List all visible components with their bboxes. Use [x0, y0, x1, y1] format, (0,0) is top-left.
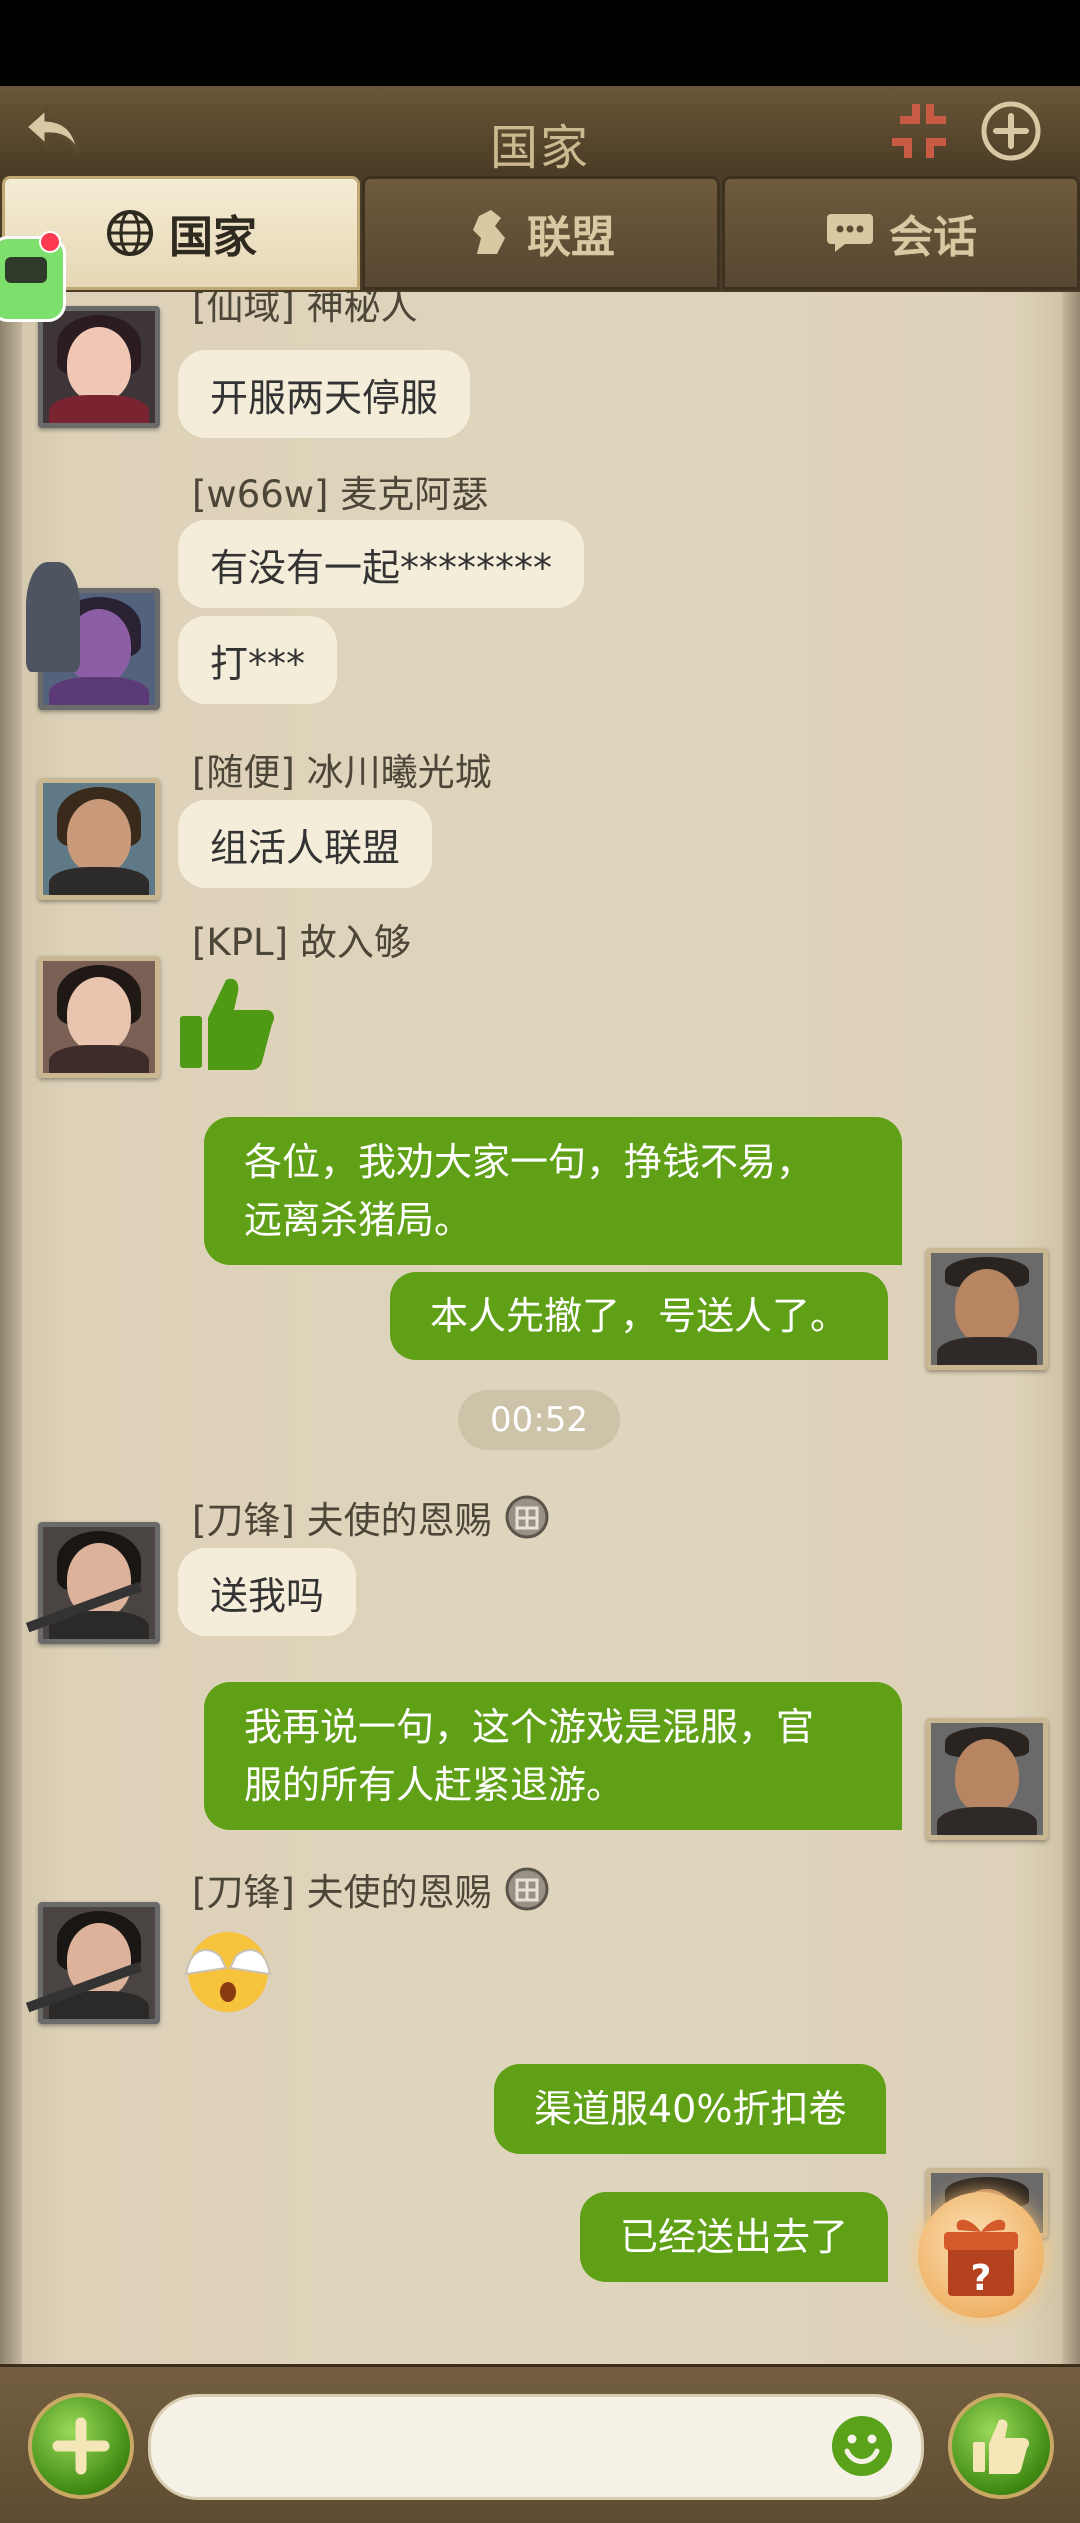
message-text: 我再说一句，这个游戏是混服，官	[244, 1705, 815, 1749]
message-bubble-self[interactable]: 本人先撤了，号送人了。	[390, 1272, 889, 1360]
collapse-arrows-icon	[892, 104, 946, 158]
avatar[interactable]	[38, 1902, 160, 2024]
tab-conversation-label: 会话	[889, 212, 977, 263]
plus-icon	[52, 2417, 110, 2475]
status-bar	[0, 0, 1080, 86]
message-bubble[interactable]: 组活人联盟	[178, 800, 433, 888]
thumbs-up-icon	[973, 2419, 1030, 2474]
tab-country-label: 国家	[169, 212, 257, 263]
gift-box-icon: ?	[944, 2219, 1018, 2299]
message-bubble-self[interactable]: 已经送出去了	[580, 2192, 889, 2282]
parchment-edge	[0, 292, 22, 2364]
self-avatar[interactable]	[926, 1718, 1048, 1840]
more-options-button[interactable]	[28, 2393, 134, 2499]
tab-alliance-label: 联盟	[527, 212, 615, 263]
message-text: 各位，我劝大家一句，挣钱不易，	[244, 1140, 815, 1184]
sender-name: [KPL] 故入够	[192, 921, 411, 964]
sender-name: [刀锋] 夫使的恩赐	[192, 1862, 550, 1916]
timestamp-pill: 00:52	[458, 1390, 620, 1450]
message-input[interactable]	[181, 2417, 805, 2479]
avatar[interactable]	[38, 778, 160, 900]
input-bar	[0, 2364, 1080, 2523]
emoji-button[interactable]	[829, 2413, 895, 2479]
avatar[interactable]	[38, 306, 160, 428]
avatar[interactable]	[38, 1522, 160, 1644]
sender-name: [w66w] 麦克阿瑟	[192, 473, 489, 516]
sender-name-text: [刀锋] 夫使的恩赐	[192, 1499, 492, 1542]
message-bubble[interactable]: 打***	[178, 616, 338, 704]
sender-name: [刀锋] 夫使的恩赐	[192, 1490, 550, 1544]
chat-message-list[interactable]: [仙域] 神秘人 开服两天停服 [w66w] 麦克阿瑟 有没有一起*******…	[0, 292, 1080, 2364]
rank-badge-icon	[504, 1494, 550, 1540]
rank-badge-icon	[504, 1866, 550, 1912]
plus-circle-icon	[981, 101, 1041, 161]
sender-name: [仙域] 神秘人	[192, 292, 418, 328]
thumbs-up-button[interactable]	[948, 2393, 1054, 2499]
message-text: 远离杀猪局。	[244, 1198, 473, 1242]
collapse-button[interactable]	[884, 96, 954, 166]
avatar[interactable]	[38, 956, 160, 1078]
globe-icon	[105, 208, 155, 258]
tab-alliance[interactable]: 联盟	[362, 176, 720, 290]
message-bubble[interactable]: 开服两天停服	[178, 350, 471, 438]
message-bubble[interactable]: 送我吗	[178, 1548, 357, 1636]
self-avatar[interactable]	[926, 1248, 1048, 1370]
gift-button[interactable]: ?	[918, 2192, 1044, 2318]
tab-conversation[interactable]: 会话	[722, 176, 1080, 290]
message-bubble-self[interactable]: 我再说一句，这个游戏是混服，官 服的所有人赶紧退游。	[204, 1682, 902, 1830]
svg-text:?: ?	[971, 2258, 992, 2299]
covering-eyes-emoji[interactable]	[180, 1922, 276, 2022]
sender-name: [随便] 冰川曦光城	[192, 751, 492, 794]
horse-statue-decoration	[26, 562, 80, 672]
parchment-edge	[1062, 292, 1080, 2364]
message-bubble-self[interactable]: 渠道服40%折扣卷	[494, 2064, 887, 2154]
sender-name-text: [刀锋] 夫使的恩赐	[192, 1871, 492, 1914]
chat-bubble-icon	[825, 210, 875, 256]
message-text: 服的所有人赶紧退游。	[244, 1763, 625, 1807]
floating-assistant-icon[interactable]	[0, 231, 66, 322]
message-input-container	[148, 2394, 924, 2500]
message-bubble[interactable]: 有没有一起********	[178, 520, 585, 608]
top-bar: 国家	[0, 86, 1080, 179]
smiley-icon	[832, 2416, 892, 2476]
alliance-knight-icon	[467, 208, 513, 258]
thumbs-up-sticker[interactable]	[178, 974, 278, 1076]
tab-bar: 国家 联盟 会话	[0, 176, 1080, 292]
message-bubble-self[interactable]: 各位，我劝大家一句，挣钱不易， 远离杀猪局。	[204, 1117, 902, 1265]
add-button[interactable]	[976, 96, 1046, 166]
